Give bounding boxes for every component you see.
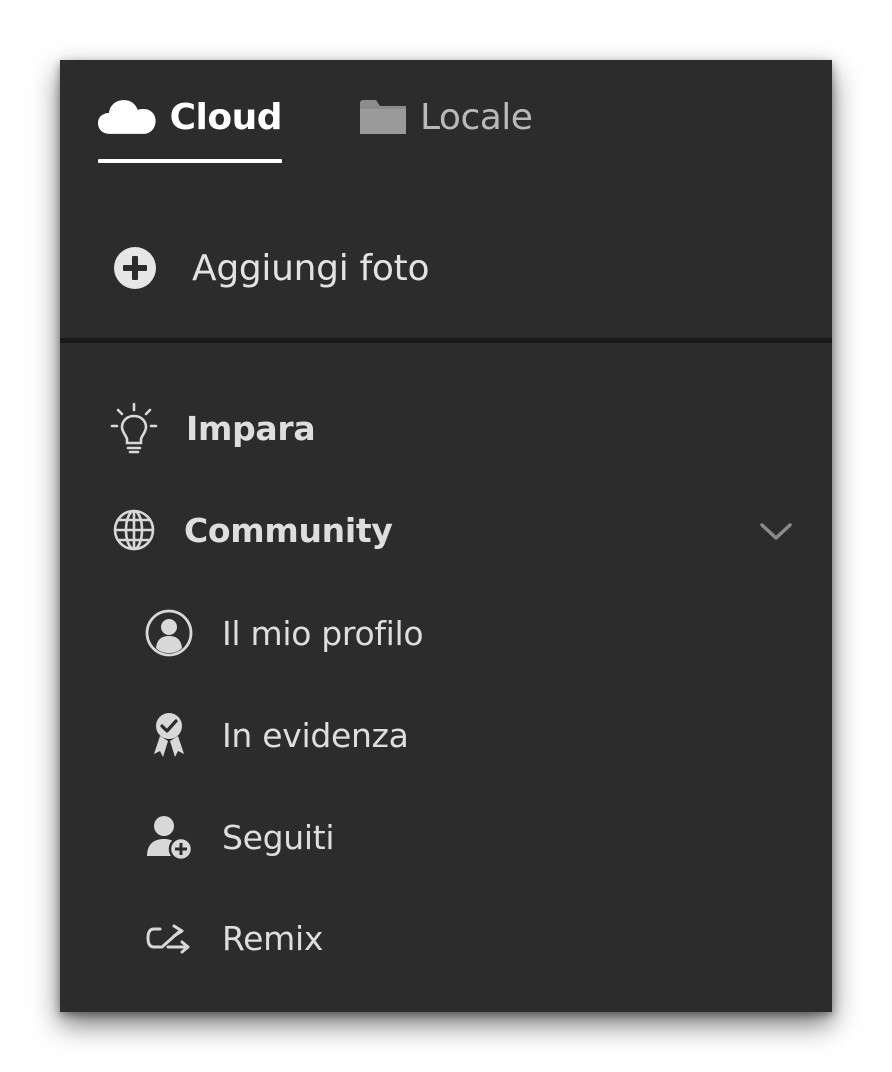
nav-item-featured-label: In evidenza: [222, 715, 409, 755]
add-photo-button[interactable]: Aggiungi foto: [112, 240, 430, 296]
nav-item-remix-label: Remix: [222, 918, 324, 958]
nav-item-following-label: Seguiti: [222, 817, 335, 857]
nav-item-my-profile[interactable]: Il mio profilo: [144, 605, 424, 661]
award-badge-icon: [154, 713, 184, 757]
user-add-icon: [147, 816, 194, 862]
add-photo-label: Aggiungi foto: [192, 247, 430, 289]
tab-local[interactable]: Locale: [360, 92, 580, 162]
nav-item-remix[interactable]: Remix: [144, 910, 323, 966]
tab-cloud-label: Cloud: [169, 97, 283, 138]
nav-item-learn[interactable]: Impara: [110, 400, 316, 456]
lightbulb-icon: [110, 402, 158, 454]
globe-icon: [113, 509, 155, 551]
nav-item-my-profile-label: Il mio profilo: [222, 613, 424, 653]
cloud-icon: [98, 100, 156, 134]
tab-local-label: Locale: [420, 97, 533, 138]
sidebar-panel: Cloud Locale Aggiungi foto Impara Commun…: [60, 60, 832, 1012]
remix-icon: [146, 924, 190, 954]
chevron-down-icon[interactable]: [756, 516, 796, 546]
tab-cloud[interactable]: Cloud: [98, 92, 283, 162]
active-tab-indicator: [98, 159, 282, 163]
nav-item-featured[interactable]: In evidenza: [144, 707, 409, 763]
user-circle-icon: [145, 609, 193, 657]
nav-item-community-label: Community: [184, 510, 393, 550]
nav-item-learn-label: Impara: [186, 408, 316, 448]
folder-icon: [360, 100, 406, 134]
nav-item-following[interactable]: Seguiti: [144, 809, 335, 865]
source-tabs: Cloud Locale: [60, 60, 832, 170]
section-divider: [60, 338, 832, 343]
nav-item-community[interactable]: Community: [112, 502, 393, 558]
plus-circle-icon: [114, 247, 156, 289]
